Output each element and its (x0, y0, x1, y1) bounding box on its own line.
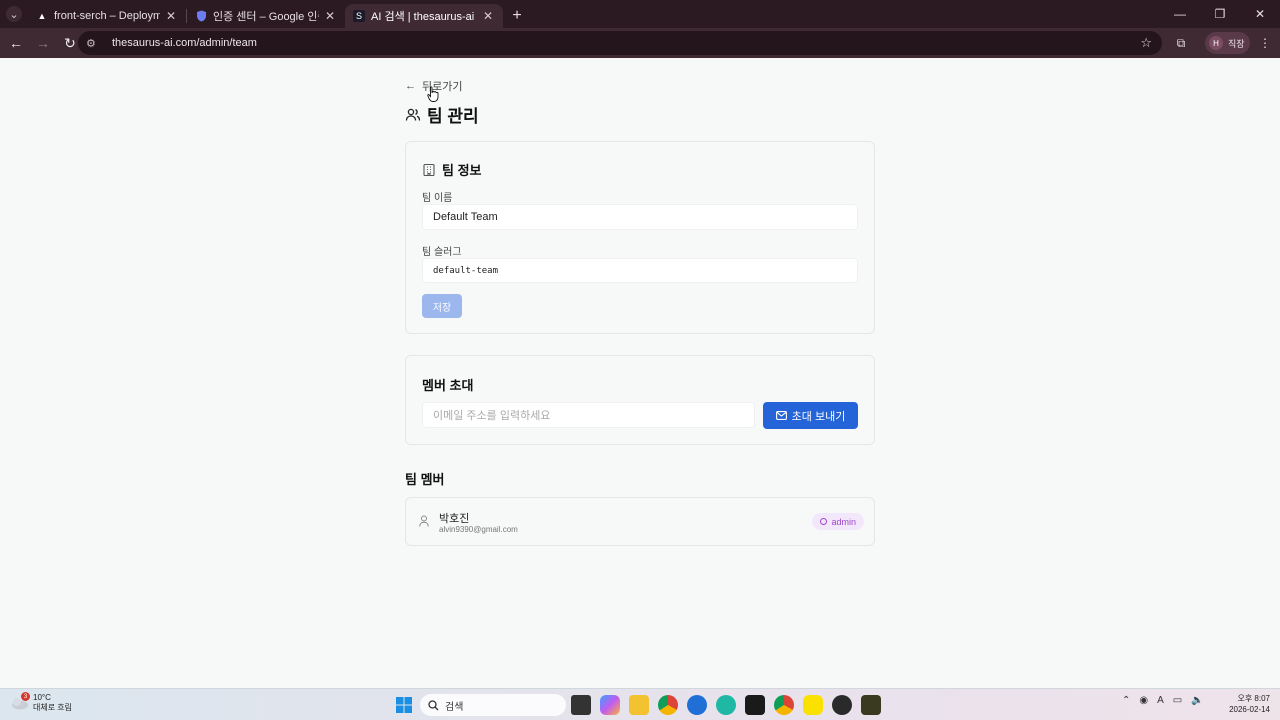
weather-badge: 3 (21, 692, 30, 701)
search-icon (428, 699, 439, 710)
new-tab-button[interactable]: + (503, 4, 531, 28)
close-icon[interactable]: ✕ (323, 9, 337, 23)
more-menu-icon[interactable]: ⋮ (1258, 31, 1272, 55)
team-info-title: 팀 정보 (422, 160, 482, 179)
weather-widget[interactable]: 3 10°C 대체로 흐림 (10, 692, 73, 713)
extensions-icon[interactable]: ⧉ (1170, 31, 1192, 55)
clock[interactable]: 오후 8:07 2026-02-14 (1229, 693, 1270, 715)
profile-button[interactable]: H 직장 (1205, 32, 1250, 54)
mail-icon (775, 411, 787, 420)
tab-auth-center[interactable]: 인증 센터 – Google 인증 플랫 ✕ (187, 4, 345, 28)
team-slug-value: default-team (433, 265, 499, 276)
avatar: H (1209, 36, 1223, 50)
team-name-value: Default Team (433, 211, 498, 223)
windows-start-icon[interactable] (396, 697, 412, 713)
email-placeholder: 이메일 주소를 입력하세요 (433, 410, 551, 422)
invite-title: 멤버 초대 (422, 378, 474, 393)
circle-icon (820, 518, 828, 525)
vercel-triangle-icon: ▲ (37, 11, 47, 21)
hand-cursor-icon (427, 86, 439, 102)
tab-title: 인증 센터 – Google 인증 플랫 (213, 11, 319, 23)
chevron-down-icon: ⌄ (6, 6, 22, 22)
window-controls: — ❐ ✕ (1160, 0, 1280, 28)
thesaurus-logo-icon: S (353, 10, 365, 22)
tab-deployments[interactable]: ▲ front-serch – Deployments – V ✕ (28, 4, 186, 28)
page-title: 팀 관리 (405, 102, 479, 127)
language-icon[interactable]: A (1157, 695, 1164, 706)
browser-toolbar: ← → ↻ ⚙ thesaurus-ai.com/admin/team ☆ ⧉ … (0, 28, 1280, 58)
minimize-icon[interactable]: — (1160, 0, 1200, 28)
close-window-icon[interactable]: ✕ (1240, 0, 1280, 28)
send-invite-label: 초대 보내기 (791, 410, 846, 423)
role-badge: admin (812, 513, 864, 530)
network-icon[interactable]: ▭ (1173, 695, 1182, 706)
pinned-apps (571, 695, 890, 715)
copilot-icon[interactable] (600, 695, 620, 715)
sticky-notes-icon[interactable] (861, 695, 881, 715)
clock-time: 오후 8:07 (1237, 694, 1270, 703)
weather-temp: 10°C (33, 693, 51, 702)
address-bar[interactable]: ⚙ thesaurus-ai.com/admin/team ☆ (78, 31, 1162, 55)
tab-title: front-serch – Deployments – V (54, 10, 160, 22)
team-info-card: 팀 정보 팀 이름 Default Team 팀 슬러그 default-tea… (405, 141, 875, 334)
team-name-label: 팀 이름 (422, 193, 453, 204)
back-arrow-icon[interactable]: ← (4, 31, 28, 55)
invite-email-input[interactable]: 이메일 주소를 입력하세요 (422, 402, 755, 428)
role-label: admin (831, 516, 856, 527)
restore-icon[interactable]: ❐ (1200, 0, 1240, 28)
system-tray: ⌃ ◉ A ▭ 🔈 (1122, 695, 1213, 706)
chrome-profile-icon[interactable] (774, 695, 794, 715)
invite-card: 멤버 초대 이메일 주소를 입력하세요 초대 보내기 (405, 355, 875, 445)
arrow-left-icon: ← (405, 80, 416, 92)
team-name-field[interactable]: Default Team (422, 204, 858, 230)
users-icon (405, 108, 421, 121)
send-invite-button[interactable]: 초대 보내기 (763, 402, 858, 429)
chrome-icon[interactable] (658, 695, 678, 715)
building-icon (423, 163, 435, 176)
file-explorer-icon[interactable] (629, 695, 649, 715)
bookmark-star-icon[interactable]: ☆ (1140, 35, 1152, 51)
member-email: alvin9390@gmail.com (439, 525, 518, 534)
save-button[interactable]: 저장 (422, 294, 462, 318)
taskbar-search[interactable]: 검색 (420, 694, 566, 716)
kakaotalk-icon[interactable] (803, 695, 823, 715)
site-info-icon[interactable]: ⚙ (86, 37, 104, 50)
page-viewport: ← 뒤로가기 팀 관리 팀 정보 팀 이름 Default Team 팀 슬러그… (0, 58, 1280, 688)
members-section-title: 팀 멤버 (405, 472, 445, 487)
tray-app-icon[interactable]: ◉ (1139, 695, 1148, 706)
app-icon[interactable] (832, 695, 852, 715)
browser-tab-bar: ⌄ ▲ front-serch – Deployments – V ✕ 인증 센… (0, 0, 1280, 28)
close-icon[interactable]: ✕ (164, 9, 178, 23)
profile-label: 직장 (1228, 38, 1245, 49)
taskbar-search-label: 검색 (445, 701, 464, 713)
task-view-icon[interactable] (571, 695, 591, 715)
user-icon (419, 515, 429, 527)
team-slug-label: 팀 슬러그 (422, 247, 462, 258)
app-icon[interactable] (745, 695, 765, 715)
team-slug-field[interactable]: default-team (422, 258, 858, 283)
tab-ai-search[interactable]: S AI 검색 | thesaurus-ai ✕ (345, 4, 503, 28)
volume-icon[interactable]: 🔈 (1191, 695, 1203, 706)
forward-arrow-icon[interactable]: → (31, 31, 55, 55)
clock-date: 2026-02-14 (1229, 705, 1270, 714)
team-info-title-text: 팀 정보 (442, 163, 482, 178)
page-title-text: 팀 관리 (427, 107, 479, 126)
app-icon[interactable] (687, 695, 707, 715)
member-name: 박호진 (439, 513, 470, 525)
app-icon[interactable] (716, 695, 736, 715)
url-text: thesaurus-ai.com/admin/team (112, 37, 257, 49)
shield-icon (195, 10, 207, 22)
list-item: 박호진 alvin9390@gmail.com admin (405, 497, 875, 546)
close-icon[interactable]: ✕ (481, 9, 495, 23)
chevron-up-icon[interactable]: ⌃ (1122, 695, 1130, 706)
cloudy-weather-icon: 3 (10, 692, 30, 713)
tab-title: AI 검색 | thesaurus-ai (371, 11, 475, 23)
windows-taskbar: 3 10°C 대체로 흐림 검색 ⌃ ◉ A ▭ 🔈 오후 8:07 2026- (0, 688, 1280, 720)
tab-search-button[interactable]: ⌄ (0, 0, 28, 28)
weather-desc: 대체로 흐림 (33, 703, 73, 712)
